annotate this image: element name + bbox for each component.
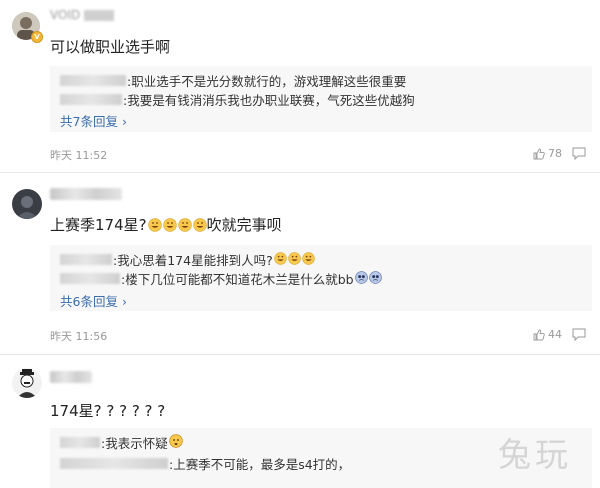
avatar-image <box>12 368 42 398</box>
comment-3: 174星? ? ? ? ? ? :我表示怀疑 :上赛季不可能，最多是s4打的， <box>0 0 600 488</box>
username-blurred[interactable] <box>50 371 92 383</box>
reply-text: :上赛季不可能，最多是s4打的， <box>169 457 351 472</box>
doubt-emoji-icon <box>168 434 183 451</box>
reply-username-blurred <box>60 437 100 448</box>
avatar[interactable] <box>12 368 42 398</box>
comment-text: 174星? ? ? ? ? ? <box>50 402 166 420</box>
reply-item[interactable]: :我表示怀疑 <box>60 433 183 451</box>
reply-text: :我表示怀疑 <box>101 436 168 451</box>
reply-username-blurred <box>60 458 168 469</box>
reply-item[interactable]: :上赛季不可能，最多是s4打的， <box>60 454 350 472</box>
watermark-logo: 兔玩 <box>498 435 572 474</box>
